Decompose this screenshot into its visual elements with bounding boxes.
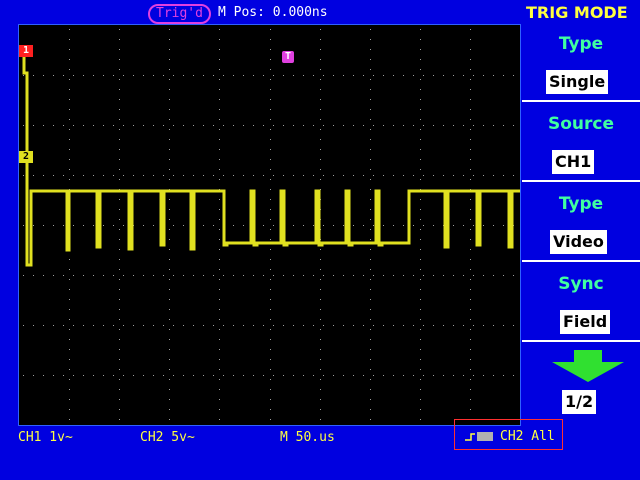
trig-status-badge: Trig'd <box>148 4 211 24</box>
menu-value: Field <box>560 310 611 334</box>
page-indicator: 1/2 <box>562 390 597 414</box>
menu-label: Sync <box>558 274 604 294</box>
menu-item-next-page[interactable]: 1/2 <box>522 344 640 422</box>
menu-label: Type <box>558 34 604 54</box>
top-status-bar: Trig'd M Pos: 0.000ns TRIG MODE <box>0 0 640 26</box>
ch1-trace <box>19 51 520 267</box>
menu-item-type-1[interactable]: Type Single <box>522 24 640 102</box>
ch1-scale: CH1 1v~ <box>18 430 73 445</box>
menu-item-source[interactable]: Source CH1 <box>522 104 640 182</box>
menu-label: Type <box>558 194 604 214</box>
ch1-marker: 1 <box>19 45 33 57</box>
menu-value: Video <box>550 230 607 254</box>
menu-value: Single <box>546 70 609 94</box>
menu-panel: Type Single Source CH1 Type Video Sync F… <box>522 24 640 426</box>
waveform-display: 1 2 T <box>18 24 521 426</box>
trigger-source-box: CH2 All <box>454 419 563 450</box>
trigger-position-marker: T <box>282 51 294 63</box>
ch2-scale: CH2 5v~ <box>140 430 195 445</box>
trigger-source: CH2 All <box>500 429 555 444</box>
waveform-svg <box>19 29 520 420</box>
menu-item-type-2[interactable]: Type Video <box>522 184 640 262</box>
menu-title: TRIG MODE <box>526 3 628 22</box>
arrow-down-icon <box>552 350 624 382</box>
ch2-marker: 2 <box>19 151 33 163</box>
menu-item-sync[interactable]: Sync Field <box>522 264 640 342</box>
trigger-icon <box>465 432 493 441</box>
time-scale: M 50.us <box>280 430 335 445</box>
menu-value: CH1 <box>552 150 595 174</box>
menu-label: Source <box>547 114 615 134</box>
m-pos-readout: M Pos: 0.000ns <box>218 5 328 20</box>
